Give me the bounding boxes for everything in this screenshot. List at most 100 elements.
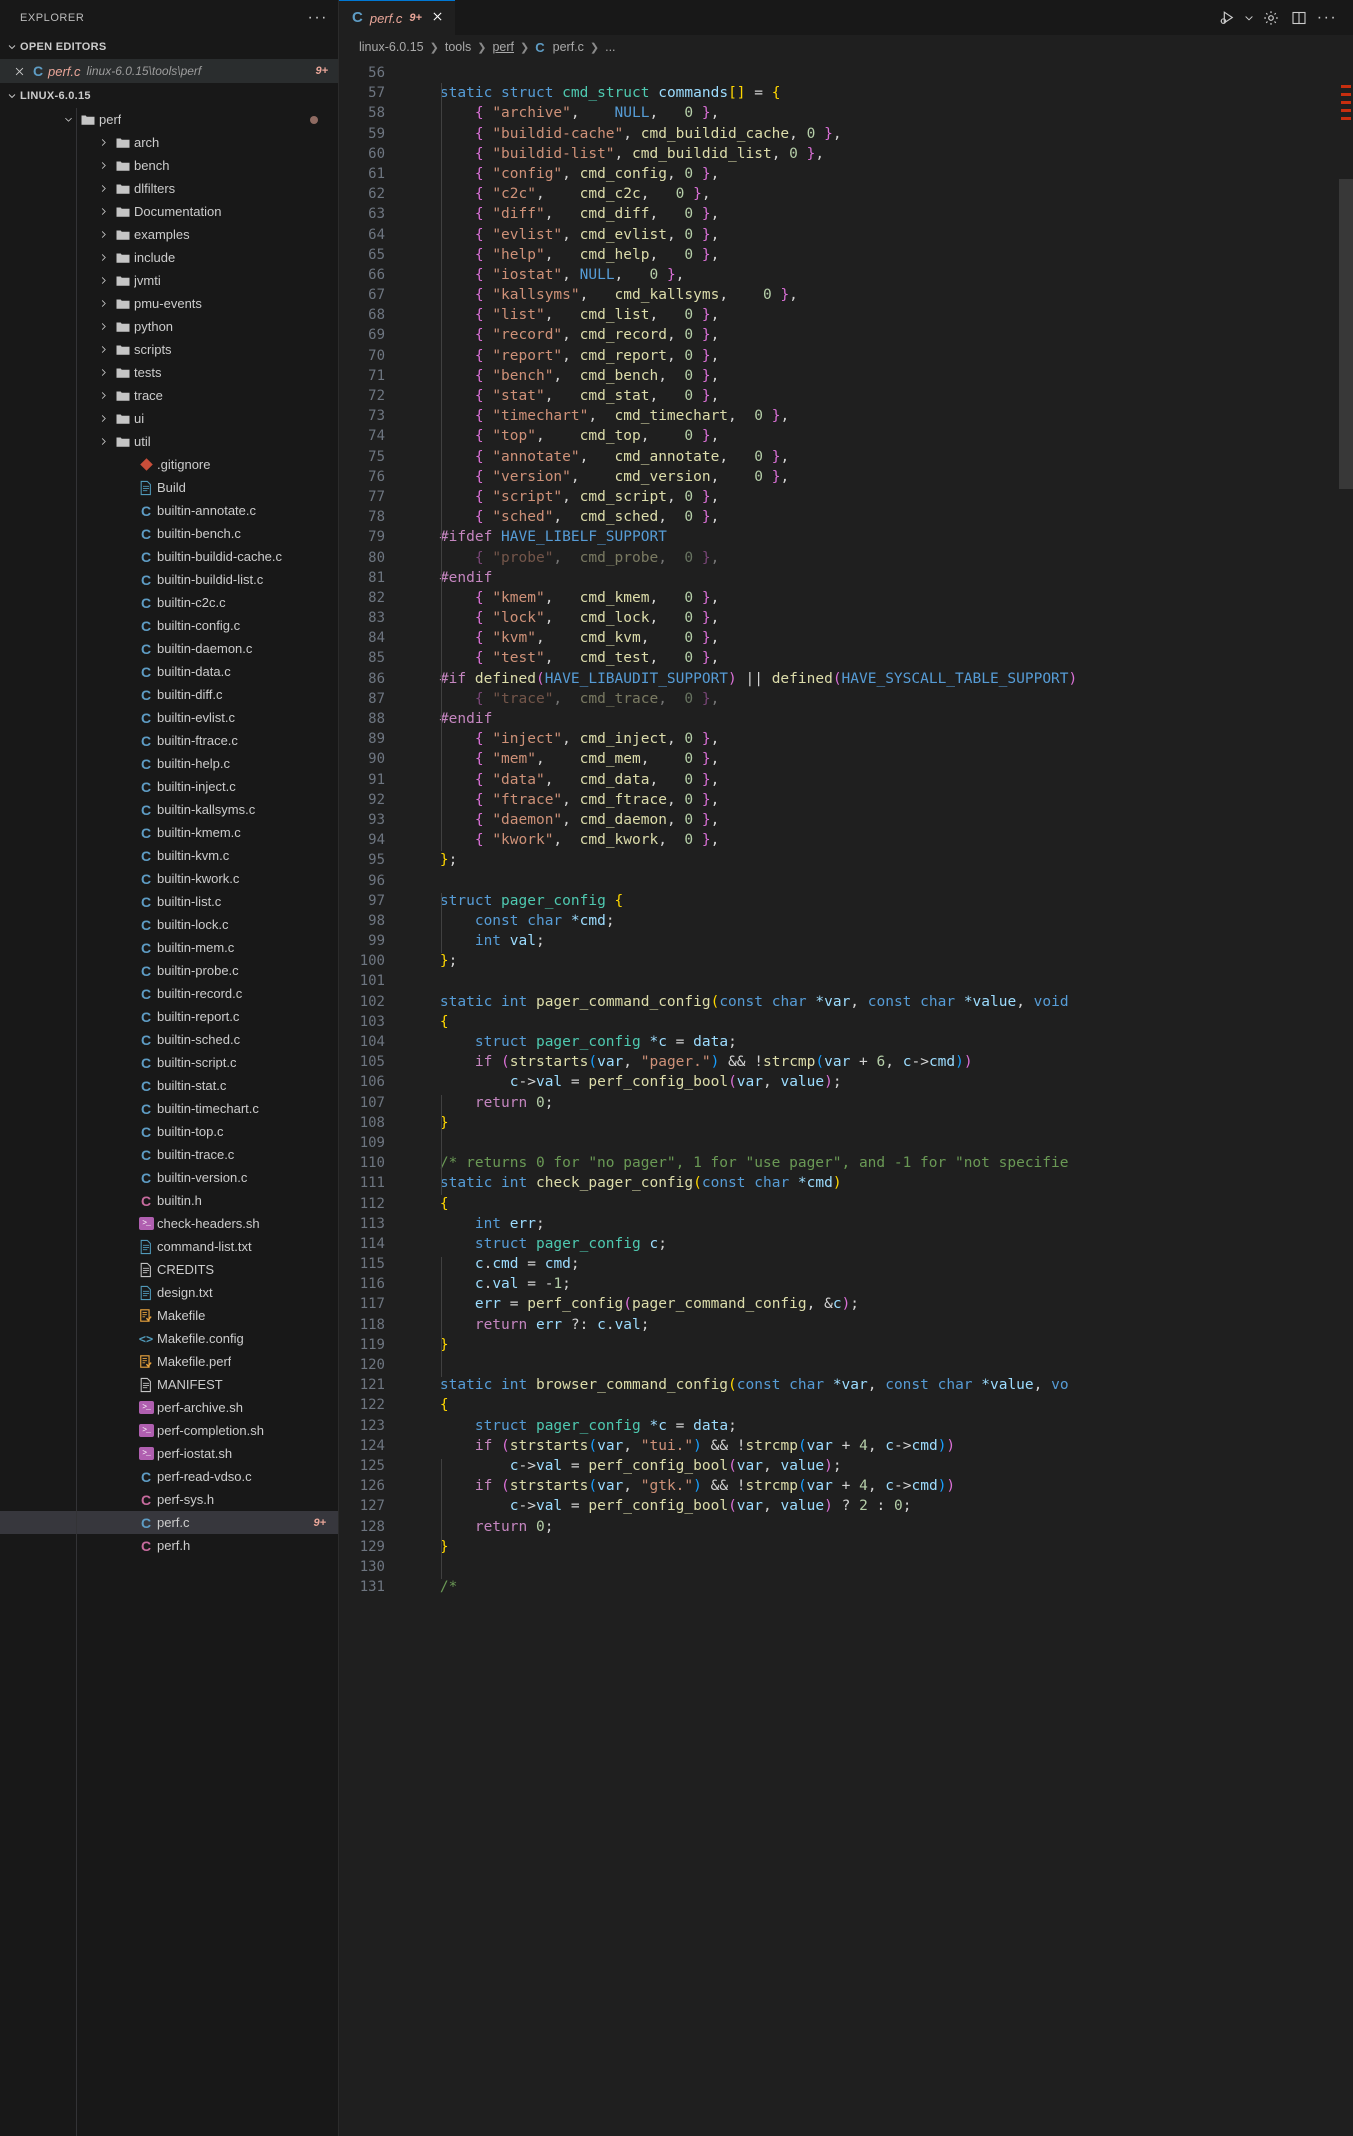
code-line[interactable]: if (strstarts(var, "gtk.") && !strcmp(va…	[397, 1476, 1353, 1496]
code-line[interactable]: #ifdef HAVE_LIBELF_SUPPORT	[397, 527, 1353, 547]
chevron-right-icon[interactable]	[95, 229, 112, 240]
code-line[interactable]: { "ftrace", cmd_ftrace, 0 },	[397, 790, 1353, 810]
tree-file-design-txt[interactable]: design.txt	[0, 1281, 338, 1304]
code-line[interactable]: { "diff", cmd_diff, 0 },	[397, 204, 1353, 224]
code-line[interactable]: err = perf_config(pager_command_config, …	[397, 1294, 1353, 1314]
code-line[interactable]	[397, 1133, 1353, 1153]
code-line[interactable]: if (strstarts(var, "pager.") && !strcmp(…	[397, 1052, 1353, 1072]
code-line[interactable]: {	[397, 1395, 1353, 1415]
code-line[interactable]: #if defined(HAVE_LIBAUDIT_SUPPORT) || de…	[397, 669, 1353, 689]
tree-file-builtin-config-c[interactable]: Cbuiltin-config.c	[0, 614, 338, 637]
code-line[interactable]: }	[397, 1113, 1353, 1133]
tree-folder-dlfilters[interactable]: dlfilters	[0, 177, 338, 200]
tree-file-builtin-version-c[interactable]: Cbuiltin-version.c	[0, 1166, 338, 1189]
chevron-right-icon[interactable]	[95, 275, 112, 286]
code-line[interactable]: #endif	[397, 709, 1353, 729]
breadcrumb-item-tools[interactable]: tools	[445, 40, 471, 54]
tree-file-builtin-top-c[interactable]: Cbuiltin-top.c	[0, 1120, 338, 1143]
chevron-right-icon[interactable]	[95, 137, 112, 148]
code-line[interactable]: { "data", cmd_data, 0 },	[397, 770, 1353, 790]
tree-file--gitignore[interactable]: .gitignore	[0, 453, 338, 476]
code-line[interactable]: /* returns 0 for "no pager", 1 for "use …	[397, 1153, 1353, 1173]
code-line[interactable]: { "annotate", cmd_annotate, 0 },	[397, 447, 1353, 467]
tree-folder-include[interactable]: include	[0, 246, 338, 269]
close-icon[interactable]	[10, 66, 28, 77]
code-line[interactable]: static int pager_command_config(const ch…	[397, 992, 1353, 1012]
code-line[interactable]: };	[397, 951, 1353, 971]
code-line[interactable]: const char *cmd;	[397, 911, 1353, 931]
code-line[interactable]: { "version", cmd_version, 0 },	[397, 467, 1353, 487]
code-line[interactable]: { "iostat", NULL, 0 },	[397, 265, 1353, 285]
tree-file-builtin-inject-c[interactable]: Cbuiltin-inject.c	[0, 775, 338, 798]
code-line[interactable]: { "test", cmd_test, 0 },	[397, 648, 1353, 668]
code-line[interactable]: struct pager_config c;	[397, 1234, 1353, 1254]
workspace-section-header[interactable]: LINUX-6.0.15	[0, 84, 338, 108]
code-line[interactable]: }	[397, 1335, 1353, 1355]
chevron-down-icon[interactable]	[1241, 4, 1257, 32]
code-line[interactable]: };	[397, 850, 1353, 870]
tree-file-builtin-sched-c[interactable]: Cbuiltin-sched.c	[0, 1028, 338, 1051]
code-line[interactable]: { "timechart", cmd_timechart, 0 },	[397, 406, 1353, 426]
code-line[interactable]: c->val = perf_config_bool(var, value);	[397, 1072, 1353, 1092]
code-line[interactable]: { "kwork", cmd_kwork, 0 },	[397, 830, 1353, 850]
code-line[interactable]: { "archive", NULL, 0 },	[397, 103, 1353, 123]
code-line[interactable]: struct pager_config *c = data;	[397, 1032, 1353, 1052]
code-content[interactable]: static struct cmd_struct commands[] = { …	[397, 59, 1353, 2136]
tree-file-builtin-record-c[interactable]: Cbuiltin-record.c	[0, 982, 338, 1005]
chevron-right-icon[interactable]	[95, 344, 112, 355]
code-line[interactable]: c.val = -1;	[397, 1274, 1353, 1294]
code-line[interactable]: /*	[397, 1577, 1353, 1597]
open-editor-item-perf-c[interactable]: C perf.c linux-6.0.15\tools\perf 9+	[0, 59, 338, 83]
tree-file-perf-sys-h[interactable]: Cperf-sys.h	[0, 1488, 338, 1511]
gear-icon[interactable]	[1257, 4, 1285, 32]
ellipsis-icon[interactable]: ···	[308, 9, 328, 25]
close-icon[interactable]	[431, 10, 444, 26]
tab-perf-c[interactable]: C perf.c 9+	[339, 0, 455, 35]
ellipsis-icon[interactable]: ···	[1313, 4, 1341, 32]
code-line[interactable]: if (strstarts(var, "tui.") && !strcmp(va…	[397, 1436, 1353, 1456]
code-line[interactable]: { "top", cmd_top, 0 },	[397, 426, 1353, 446]
tree-file-builtin-bench-c[interactable]: Cbuiltin-bench.c	[0, 522, 338, 545]
tree-folder-util[interactable]: util	[0, 430, 338, 453]
code-line[interactable]: { "bench", cmd_bench, 0 },	[397, 366, 1353, 386]
code-line[interactable]: { "c2c", cmd_c2c, 0 },	[397, 184, 1353, 204]
tree-folder-scripts[interactable]: scripts	[0, 338, 338, 361]
breadcrumb-item-perf.c[interactable]: perf.c	[553, 40, 584, 54]
chevron-right-icon[interactable]	[95, 298, 112, 309]
chevron-right-icon[interactable]	[95, 183, 112, 194]
tree-file-builtin-lock-c[interactable]: Cbuiltin-lock.c	[0, 913, 338, 936]
tree-file-builtin-kmem-c[interactable]: Cbuiltin-kmem.c	[0, 821, 338, 844]
tree-file-builtin-buildid-list-c[interactable]: Cbuiltin-buildid-list.c	[0, 568, 338, 591]
chevron-right-icon[interactable]	[95, 252, 112, 263]
overview-ruler[interactable]	[1339, 59, 1353, 2136]
tree-folder-python[interactable]: python	[0, 315, 338, 338]
code-line[interactable]: { "config", cmd_config, 0 },	[397, 164, 1353, 184]
code-line[interactable]: {	[397, 1012, 1353, 1032]
chevron-right-icon[interactable]	[95, 160, 112, 171]
tree-file-builtin-buildid-cache-c[interactable]: Cbuiltin-buildid-cache.c	[0, 545, 338, 568]
chevron-right-icon[interactable]	[95, 367, 112, 378]
code-line[interactable]: {	[397, 1194, 1353, 1214]
tree-file-builtin-c2c-c[interactable]: Cbuiltin-c2c.c	[0, 591, 338, 614]
code-editor[interactable]: 56 57 58 59 60 61 62 63 64 65 66 67 68 69 70 71 72 73 74 75…	[339, 59, 1353, 2136]
code-line[interactable]: { "mem", cmd_mem, 0 },	[397, 749, 1353, 769]
tree-file-builtin-probe-c[interactable]: Cbuiltin-probe.c	[0, 959, 338, 982]
tree-folder-jvmti[interactable]: jvmti	[0, 269, 338, 292]
tree-file-builtin-ftrace-c[interactable]: Cbuiltin-ftrace.c	[0, 729, 338, 752]
tree-file-command-list-txt[interactable]: command-list.txt	[0, 1235, 338, 1258]
code-line[interactable]: static struct cmd_struct commands[] = {	[397, 83, 1353, 103]
tree-file-builtin-kvm-c[interactable]: Cbuiltin-kvm.c	[0, 844, 338, 867]
code-line[interactable]	[397, 63, 1353, 83]
tree-file-builtin-data-c[interactable]: Cbuiltin-data.c	[0, 660, 338, 683]
tree-file-builtin-kallsyms-c[interactable]: Cbuiltin-kallsyms.c	[0, 798, 338, 821]
tree-folder-documentation[interactable]: Documentation	[0, 200, 338, 223]
code-line[interactable]: return 0;	[397, 1093, 1353, 1113]
tree-file-builtin-timechart-c[interactable]: Cbuiltin-timechart.c	[0, 1097, 338, 1120]
tree-file-perf-c[interactable]: Cperf.c 9+	[0, 1511, 338, 1534]
breadcrumb-item-...[interactable]: ...	[605, 40, 615, 54]
code-line[interactable]: { "kallsyms", cmd_kallsyms, 0 },	[397, 285, 1353, 305]
code-line[interactable]: struct pager_config *c = data;	[397, 1416, 1353, 1436]
code-line[interactable]: c->val = perf_config_bool(var, value);	[397, 1456, 1353, 1476]
code-line[interactable]: { "record", cmd_record, 0 },	[397, 325, 1353, 345]
code-line[interactable]: { "buildid-list", cmd_buildid_list, 0 },	[397, 144, 1353, 164]
